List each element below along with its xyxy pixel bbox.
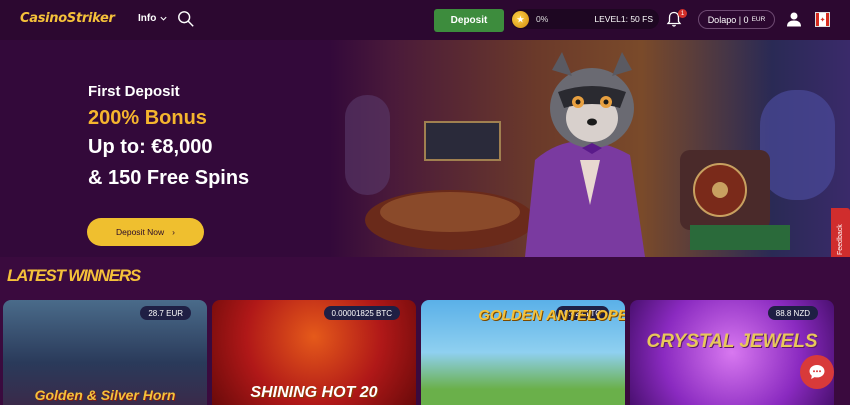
level-badge-icon: ★ (512, 10, 529, 28)
win-amount: 0.00001825 BTC (323, 306, 400, 320)
winners-list: 28.7 EUR Golden & Silver Horn 0.00001825… (3, 300, 850, 405)
game-title: SHINING HOT 20 (250, 384, 378, 401)
top-header: CasinoStriker Info Deposit ★ 0% LEVEL1: … (0, 0, 850, 40)
promo-copy: First Deposit 200% Bonus Up to: €8,000 &… (88, 83, 249, 190)
deposit-now-label: Deposit Now (115, 227, 165, 237)
casino-logo[interactable]: CasinoStriker (20, 11, 115, 26)
game-title: Golden & Silver Horn (34, 386, 176, 403)
promo-line-3: Up to: €8,000 (88, 136, 213, 158)
chat-bubble-icon (809, 365, 825, 379)
level-progress-value: 0% (536, 14, 549, 24)
winner-card[interactable]: 0.021 LTC GOLDEN ANTELOPE (421, 300, 625, 405)
hero-image (330, 40, 850, 257)
game-title: GOLDEN ANTELOPE (478, 307, 625, 324)
winner-card[interactable]: 88.8 NZD CRYSTAL JEWELS (630, 300, 834, 405)
user-icon[interactable] (786, 11, 802, 27)
promo-line-1: First Deposit (88, 83, 180, 100)
user-balance[interactable]: Dolapo | 0 EUR (698, 10, 775, 29)
user-name: Dolapo | 0 (707, 14, 749, 25)
feedback-tab[interactable]: Feedback (831, 208, 850, 257)
level-label: LEVEL1: 50 FS (594, 14, 653, 24)
promo-bonus: 200% Bonus (88, 107, 207, 129)
search-icon[interactable] (177, 10, 195, 28)
chevron-down-icon (160, 16, 167, 21)
balance-currency: EUR (751, 16, 766, 23)
win-amount: 88.8 NZD (767, 306, 818, 320)
notification-count-badge: 1 (678, 9, 687, 18)
hero-banner[interactable]: First Deposit 200% Bonus Up to: €8,000 &… (0, 40, 850, 257)
deposit-button[interactable]: Deposit (434, 9, 504, 32)
level-progress[interactable]: ★ 0% LEVEL1: 50 FS (511, 9, 659, 29)
canada-flag-icon[interactable]: ✦ (815, 12, 830, 27)
winner-card[interactable]: 0.00001825 BTC SHINING HOT 20 (212, 300, 416, 405)
info-menu[interactable]: Info (138, 13, 168, 24)
chat-icon[interactable] (800, 355, 834, 389)
chevron-right-icon: › (172, 227, 176, 237)
promo-line-4: & 150 Free Spins (88, 167, 250, 189)
deposit-now-button[interactable]: Deposit Now › (87, 218, 204, 246)
info-label: Info (138, 13, 157, 24)
win-amount: 28.7 EUR (140, 306, 191, 320)
hero-illustration (345, 52, 835, 257)
latest-winners-heading: LATEST WINNERS (7, 266, 141, 285)
game-title: CRYSTAL JEWELS (646, 331, 818, 352)
winner-card[interactable]: 28.7 EUR Golden & Silver Horn (3, 300, 207, 405)
